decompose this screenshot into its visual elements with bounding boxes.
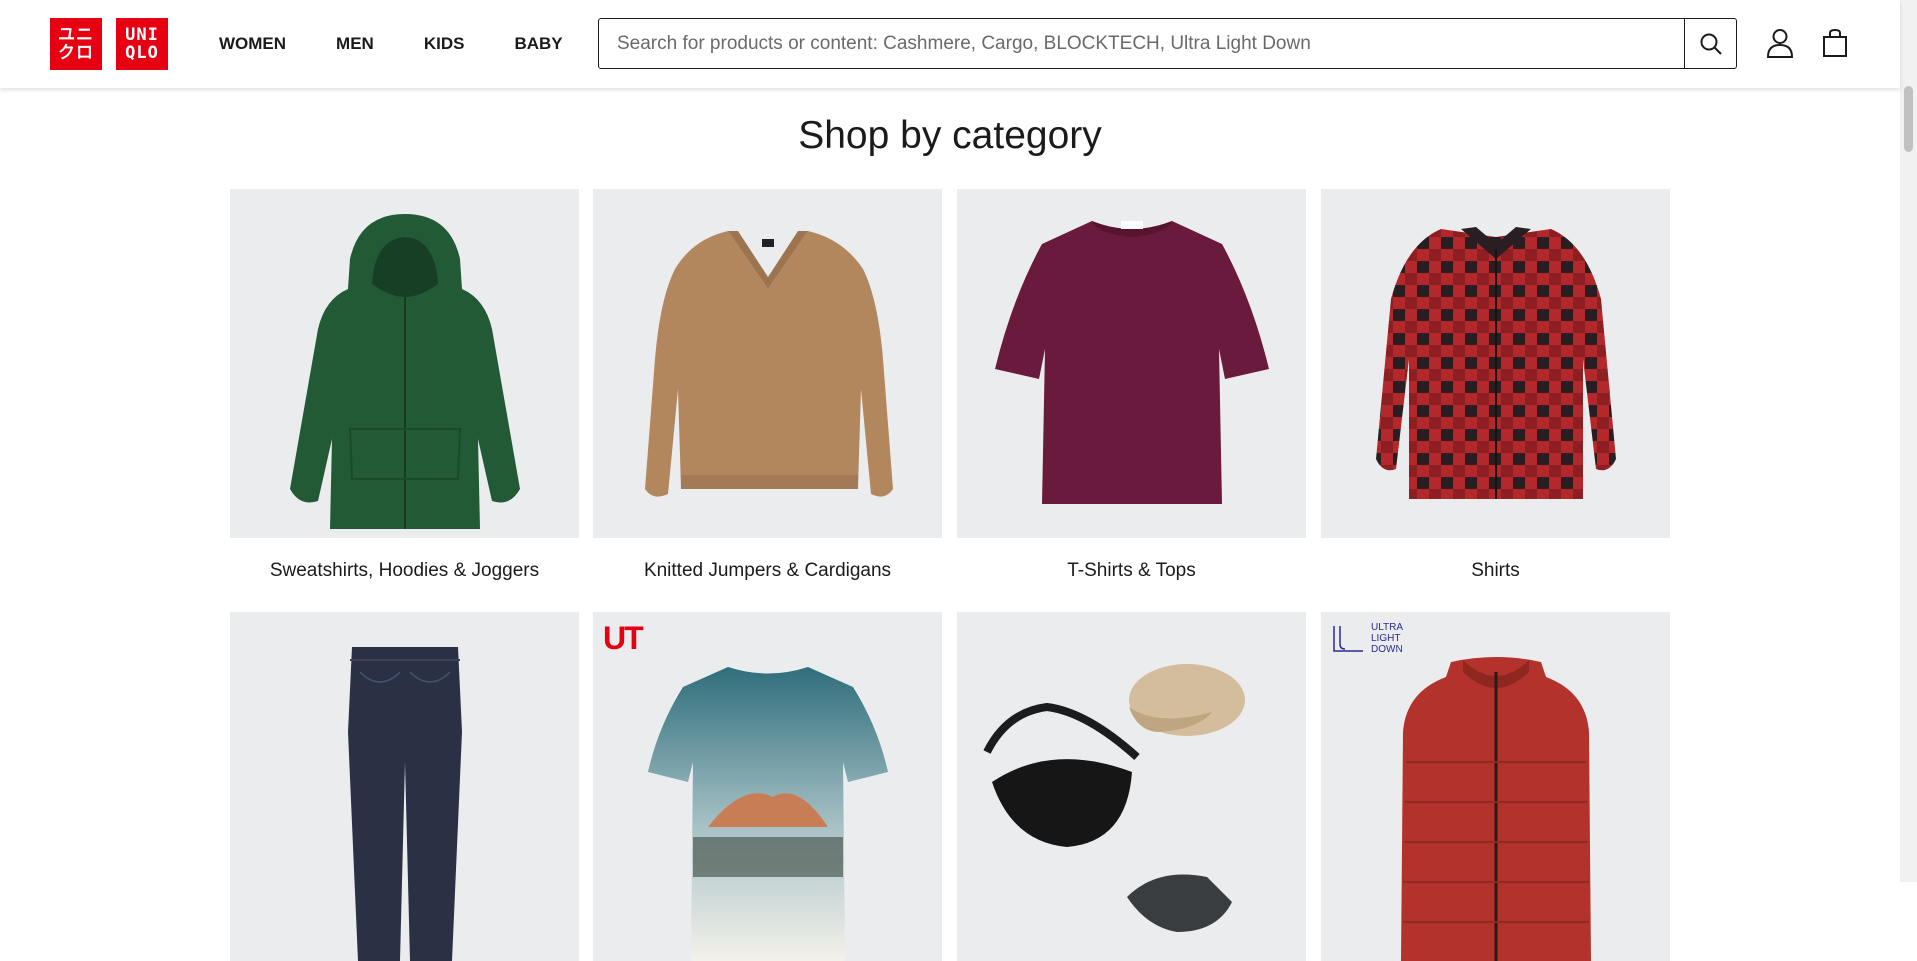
category-card-ultra-light-down[interactable]: ULTRA LIGHT DOWN <box>1321 612 1670 961</box>
uld-line: DOWN <box>1371 644 1403 655</box>
logo-text-line: ユニ <box>58 25 94 45</box>
scrollbar-thumb[interactable] <box>1904 86 1913 152</box>
search-bar <box>598 18 1737 69</box>
product-image-tshirt <box>957 189 1306 538</box>
category-card-shirts[interactable]: Shirts <box>1321 189 1670 582</box>
product-image-jumper <box>593 189 942 538</box>
uld-line: LIGHT <box>1371 633 1401 644</box>
category-label: Knitted Jumpers & Cardigans <box>643 560 892 581</box>
category-card-tshirts[interactable]: T-Shirts & Tops <box>957 189 1306 582</box>
logo-text-line: クロ <box>58 43 94 63</box>
search-icon <box>1700 33 1722 55</box>
user-icon <box>1766 29 1794 58</box>
product-image-down-vest: ULTRA LIGHT DOWN <box>1321 612 1670 961</box>
category-card-knitwear[interactable]: Knitted Jumpers & Cardigans <box>593 189 942 582</box>
nav-kids[interactable]: KIDS <box>424 34 465 54</box>
category-label: T-Shirts & Tops <box>1067 560 1196 581</box>
logo-text-line: QLO <box>125 43 159 63</box>
category-card-ut[interactable]: UT <box>593 612 942 961</box>
category-label: Shirts <box>1471 560 1520 581</box>
uld-logo-text: ULTRA LIGHT DOWN <box>1371 622 1403 655</box>
logo-latin-block: UNI QLO <box>116 18 168 70</box>
nav-men[interactable]: MEN <box>336 34 374 54</box>
cart-button[interactable] <box>1818 26 1852 60</box>
main-nav: WOMEN MEN KIDS BABY <box>219 0 613 88</box>
search-input[interactable] <box>599 19 1684 68</box>
ut-logo-badge: UT <box>603 620 644 656</box>
shopping-bag-icon <box>1823 28 1847 57</box>
uld-line: ULTRA <box>1371 622 1404 633</box>
nav-baby[interactable]: BABY <box>514 34 562 54</box>
section-title: Shop by category <box>798 114 1102 157</box>
logo-katakana-block: ユニ クロ <box>50 18 102 70</box>
uld-logo-mark <box>1333 626 1363 652</box>
product-image-jeans <box>230 612 579 961</box>
product-image-ut-tshirt: UT <box>593 612 942 961</box>
category-card-jeans[interactable] <box>230 612 579 961</box>
nav-women[interactable]: WOMEN <box>219 34 286 54</box>
category-card-sweatshirts[interactable]: Sweatshirts, Hoodies & Joggers <box>230 189 579 582</box>
product-image-flannel-shirt <box>1321 189 1670 538</box>
uniqlo-logo[interactable]: ユニ クロ UNI QLO <box>50 18 168 70</box>
page-scrollbar[interactable] <box>1900 0 1917 882</box>
ultra-light-down-logo: ULTRA LIGHT DOWN <box>1331 620 1411 660</box>
logo-text-line: UNI <box>125 25 159 45</box>
site-header: ユニ クロ UNI QLO WOMEN MEN KIDS BABY <box>0 0 1900 88</box>
product-image-accessories <box>957 612 1306 961</box>
category-card-accessories[interactable] <box>957 612 1306 961</box>
search-button[interactable] <box>1684 19 1736 68</box>
category-label: Sweatshirts, Hoodies & Joggers <box>269 560 540 581</box>
product-image-hoodie <box>230 189 579 538</box>
account-button[interactable] <box>1763 26 1797 60</box>
